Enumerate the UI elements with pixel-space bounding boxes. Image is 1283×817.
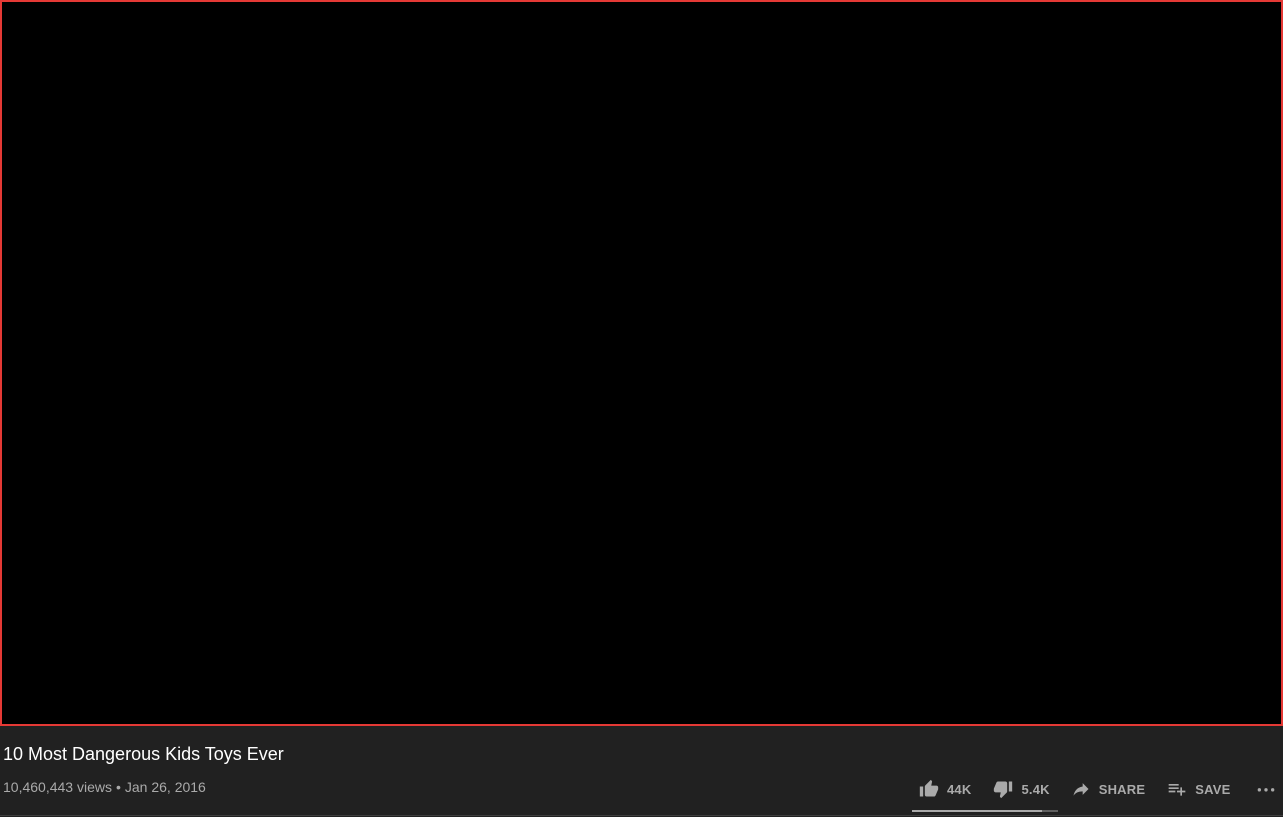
share-label: SHARE — [1098, 781, 1146, 797]
video-player[interactable] — [0, 0, 1283, 726]
playlist-add-icon — [1167, 779, 1187, 799]
more-horizontal-icon — [1256, 779, 1276, 799]
action-bar: 44K 5.4K SHARE SAVE — [910, 774, 1276, 804]
sentiment-bar — [912, 810, 1058, 812]
sentiment-bar-likes — [912, 810, 1042, 812]
video-info: 10,460,443 views • Jan 26, 2016 — [3, 778, 206, 796]
share-arrow-icon — [1071, 779, 1091, 799]
save-label: SAVE — [1195, 781, 1231, 797]
dislike-button[interactable]: 5.4K — [993, 774, 1050, 804]
dislike-count: 5.4K — [1021, 781, 1050, 797]
share-button[interactable]: SHARE — [1071, 774, 1146, 804]
like-button[interactable]: 44K — [919, 774, 971, 804]
view-count: 10,460,443 views — [3, 779, 112, 795]
thumb-down-icon — [993, 779, 1013, 799]
info-separator: • — [115, 779, 121, 795]
more-actions-button[interactable] — [1256, 774, 1276, 804]
thumb-up-icon — [919, 779, 939, 799]
watch-page: 10 Most Dangerous Kids Toys Ever 10,460,… — [0, 0, 1283, 817]
save-button[interactable]: SAVE — [1167, 774, 1230, 804]
video-title: 10 Most Dangerous Kids Toys Ever — [3, 744, 284, 764]
divider — [0, 815, 1283, 816]
like-count: 44K — [947, 781, 972, 797]
upload-date: Jan 26, 2016 — [124, 779, 206, 795]
